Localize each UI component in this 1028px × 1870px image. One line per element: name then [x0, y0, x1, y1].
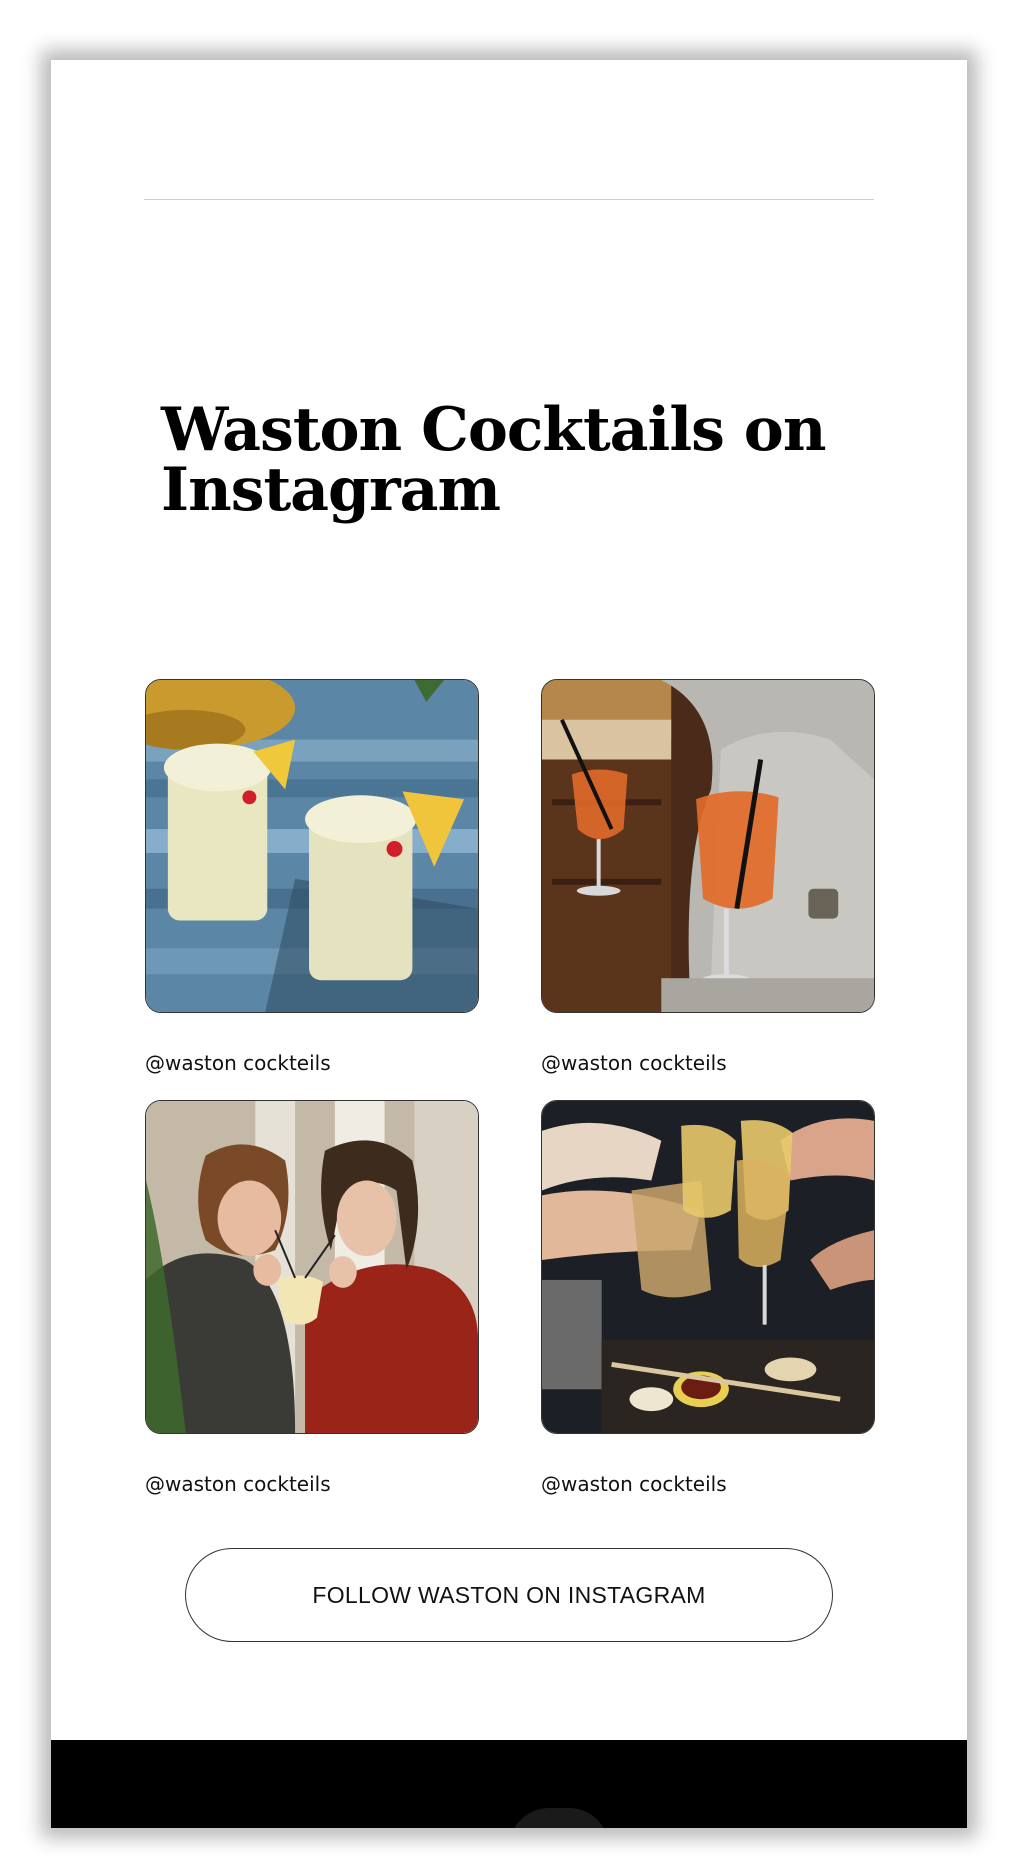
post-handle[interactable]: @waston cockteils — [145, 1051, 331, 1075]
couple-sharing-drink-photo — [146, 1101, 478, 1433]
spritz-glasses-photo — [542, 680, 874, 1012]
post-image[interactable] — [541, 679, 875, 1013]
instagram-post[interactable]: @waston cockteils — [541, 1100, 875, 1496]
instagram-post[interactable]: @waston cockteils — [541, 679, 875, 1075]
instagram-post[interactable]: @waston cockteils — [145, 1100, 479, 1496]
instagram-post[interactable]: @waston cockteils — [145, 679, 479, 1075]
page-container: Waston Cocktails on Instagram @waston co… — [51, 60, 967, 1828]
pina-colada-photo — [146, 680, 478, 1012]
post-image[interactable] — [145, 679, 479, 1013]
footer-bar — [51, 1740, 967, 1828]
follow-instagram-button[interactable]: FOLLOW WASTON ON INSTAGRAM — [185, 1548, 833, 1642]
post-image[interactable] — [541, 1100, 875, 1434]
cheers-toast-photo — [542, 1101, 874, 1433]
page-title: Waston Cocktails on Instagram — [161, 395, 826, 525]
post-handle[interactable]: @waston cockteils — [541, 1051, 727, 1075]
post-handle[interactable]: @waston cockteils — [145, 1472, 331, 1496]
top-divider — [144, 199, 874, 200]
post-handle[interactable]: @waston cockteils — [541, 1472, 727, 1496]
screen: Waston Cocktails on Instagram @waston co… — [0, 0, 1028, 1870]
post-image[interactable] — [145, 1100, 479, 1434]
